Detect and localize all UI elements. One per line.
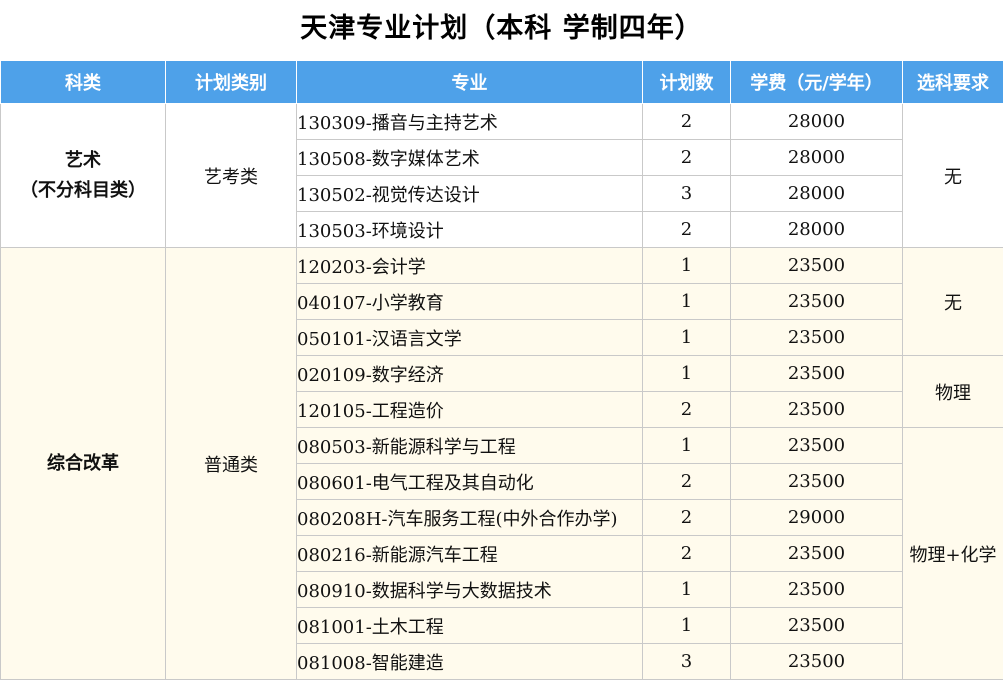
header-plan-type: 计划类别: [165, 60, 297, 104]
major-cell: 080503-新能源科学与工程: [296, 427, 643, 464]
category-label: 艺术: [65, 149, 101, 171]
count-cell: 1: [642, 355, 731, 392]
major-cell: 080601-电气工程及其自动化: [296, 463, 643, 500]
page-title: 天津专业计划（本科 学制四年）: [300, 13, 703, 44]
header-subject-requirement: 选科要求: [902, 60, 1003, 104]
count-cell: 1: [642, 283, 731, 320]
fee-cell: 23500: [730, 643, 903, 680]
count-cell: 2: [642, 103, 731, 140]
fee-cell: 23500: [730, 319, 903, 356]
fee-cell: 23500: [730, 463, 903, 500]
count-cell: 1: [642, 319, 731, 356]
count-cell: 3: [642, 175, 731, 212]
requirement-cell: 无: [902, 103, 1003, 248]
count-cell: 1: [642, 247, 731, 284]
major-cell: 020109-数字经济: [296, 355, 643, 392]
major-cell: 080216-新能源汽车工程: [296, 535, 643, 572]
count-cell: 1: [642, 427, 731, 464]
table-header-row: 科类 计划类别 专业 计划数 学费（元/学年） 选科要求: [0, 60, 1003, 104]
fee-cell: 28000: [730, 139, 903, 176]
major-cell: 050101-汉语言文学: [296, 319, 643, 356]
count-cell: 1: [642, 607, 731, 644]
header-tuition: 学费（元/学年）: [730, 60, 903, 104]
major-cell: 130502-视觉传达设计: [296, 175, 643, 212]
major-cell: 130508-数字媒体艺术: [296, 139, 643, 176]
major-cell: 080910-数据科学与大数据技术: [296, 571, 643, 608]
fee-cell: 28000: [730, 211, 903, 248]
fee-cell: 28000: [730, 103, 903, 140]
count-cell: 2: [642, 211, 731, 248]
count-cell: 2: [642, 391, 731, 428]
major-cell: 081001-土木工程: [296, 607, 643, 644]
fee-cell: 23500: [730, 571, 903, 608]
major-cell: 080208H-汽车服务工程(中外合作办学): [296, 499, 643, 536]
table-row: 艺术 （不分科目类） 艺考类 130309-播音与主持艺术 2 28000 无: [0, 103, 1003, 248]
fee-cell: 29000: [730, 499, 903, 536]
count-cell: 1: [642, 571, 731, 608]
count-cell: 2: [642, 463, 731, 500]
fee-cell: 23500: [730, 535, 903, 572]
fee-cell: 23500: [730, 283, 903, 320]
fee-cell: 23500: [730, 247, 903, 284]
requirement-cell: 无: [902, 247, 1003, 356]
major-cell: 130503-环境设计: [296, 211, 643, 248]
category-cell-reform: 综合改革: [0, 247, 166, 680]
plan-type-cell: 普通类: [165, 247, 297, 680]
plan-type-cell: 艺考类: [165, 103, 297, 248]
major-cell: 120105-工程造价: [296, 391, 643, 428]
requirement-cell: 物理+化学: [902, 427, 1003, 680]
count-cell: 2: [642, 535, 731, 572]
count-cell: 2: [642, 139, 731, 176]
count-cell: 3: [642, 643, 731, 680]
major-cell: 120203-会计学: [296, 247, 643, 284]
fee-cell: 23500: [730, 607, 903, 644]
category-cell-art: 艺术 （不分科目类）: [0, 103, 166, 248]
fee-cell: 23500: [730, 391, 903, 428]
header-category: 科类: [0, 60, 166, 104]
category-sublabel: （不分科目类）: [20, 179, 146, 201]
fee-cell: 23500: [730, 355, 903, 392]
count-cell: 2: [642, 499, 731, 536]
header-major: 专业: [296, 60, 643, 104]
major-cell: 081008-智能建造: [296, 643, 643, 680]
major-cell: 040107-小学教育: [296, 283, 643, 320]
fee-cell: 23500: [730, 427, 903, 464]
requirement-cell: 物理: [902, 355, 1003, 428]
plan-table: 科类 计划类别 专业 计划数 学费（元/学年） 选科要求 艺术 （不分科目类） …: [0, 60, 1003, 680]
table-row: 综合改革 普通类 120203-会计学 1 23500 无: [0, 247, 1003, 680]
header-plan-count: 计划数: [642, 60, 731, 104]
fee-cell: 28000: [730, 175, 903, 212]
major-cell: 130309-播音与主持艺术: [296, 103, 643, 140]
